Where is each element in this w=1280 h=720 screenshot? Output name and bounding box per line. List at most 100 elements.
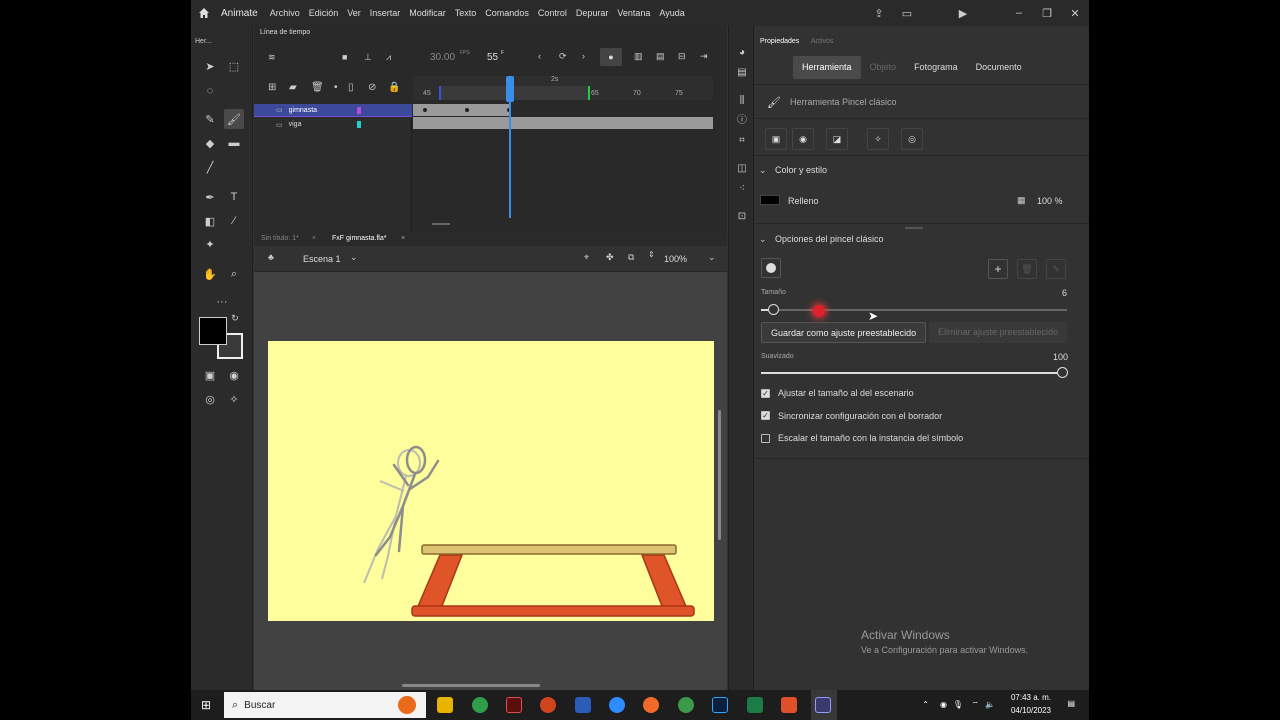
tab-activos[interactable]: Activos (811, 38, 834, 45)
checkbox-sync-eraser[interactable]: ✓ (761, 411, 770, 420)
menu-ventana[interactable]: Ventana (617, 8, 650, 18)
tab-untitled-close-icon[interactable]: × (312, 235, 316, 242)
onion-end-marker[interactable] (588, 86, 590, 100)
stage-vertical-scrollbar[interactable] (718, 410, 721, 540)
close-icon[interactable]: ✕ (1061, 7, 1089, 20)
smoothing-icon[interactable]: ✧ (224, 389, 244, 409)
stage[interactable] (268, 341, 714, 621)
zoom-stepper-icon[interactable]: ⇕ (648, 250, 655, 259)
tray-mic-icon[interactable]: 🎙 (953, 700, 963, 709)
graph-icon[interactable]: ⩘ (386, 52, 391, 63)
brush-tool-icon[interactable]: ✎ (200, 109, 220, 129)
delete-layer-icon[interactable]: 🗑 (311, 82, 324, 93)
parent-icon[interactable]: ⊥ (364, 52, 372, 63)
line-icon[interactable]: ╱ (200, 157, 220, 177)
save-preset-button[interactable]: Guardar como ajuste preestablecido (761, 322, 927, 343)
segment-fotograma[interactable]: Fotograma (905, 56, 967, 79)
add-brush-shape-icon[interactable]: + (988, 259, 1008, 279)
timeline-scrollbar[interactable] (432, 223, 450, 225)
frame-grid[interactable]: 2s 45 50 55 60 65 70 75 (413, 76, 713, 236)
scene-icon[interactable]: ♣ (268, 252, 274, 262)
menu-modificar[interactable]: Modificar (409, 8, 446, 18)
segment-documento[interactable]: Documento (967, 56, 1031, 79)
highlight-icon[interactable]: • (334, 82, 338, 93)
app-orange-icon[interactable] (643, 697, 659, 713)
tab-gimnasta[interactable]: FxF gimnasta.fla* (332, 235, 386, 242)
tray-network-icon[interactable]: ◉ (940, 700, 947, 709)
color-section-chevron-icon[interactable]: ⌄ (759, 165, 767, 176)
edit-brush-shape-icon[interactable]: ✎ (1046, 259, 1066, 279)
fill-color-swatch[interactable] (199, 317, 227, 345)
beam-right-leg[interactable] (640, 554, 690, 612)
library-icon[interactable]: ▤ (735, 66, 749, 80)
color-panel-icon[interactable]: ◕ (735, 46, 749, 60)
time-ruler[interactable]: 2s 45 50 55 60 65 70 75 (413, 76, 713, 100)
gimnasta-frames[interactable] (413, 104, 509, 116)
menu-edicion[interactable]: Edición (309, 8, 339, 18)
taskbar-search[interactable]: ⌕ Buscar (224, 692, 426, 718)
classic-brush-icon[interactable]: 🖌 (224, 109, 244, 129)
brush-section-title[interactable]: Opciones del pincel clásico (775, 234, 884, 244)
brush-section-chevron-icon[interactable]: ⌄ (759, 234, 767, 245)
text-tool-icon[interactable]: T (224, 187, 244, 207)
insert-keyframe-icon[interactable]: ▤ (656, 51, 665, 62)
fill-alpha[interactable]: 100 % (1037, 196, 1063, 206)
prev-frame-icon[interactable]: ‹ (538, 51, 541, 61)
tray-chevron-icon[interactable]: ⌃ (922, 700, 929, 709)
chrome-icon[interactable] (472, 697, 488, 713)
photoshop-icon[interactable] (712, 697, 728, 713)
smoothing-slider-track[interactable] (761, 372, 1061, 374)
zoom-value[interactable]: 100% (664, 254, 687, 264)
align-icon[interactable]: ⫼ (735, 94, 749, 108)
play-icon[interactable]: ▶ (949, 7, 977, 20)
visibility-icon[interactable]: ⊘ (368, 82, 376, 93)
tween-icon[interactable]: ⊟ (678, 51, 686, 62)
loop-playback-icon[interactable]: ⇥ (700, 51, 708, 62)
onion-skin-icon[interactable]: ● (600, 48, 622, 66)
outline-icon[interactable]: ▯ (348, 82, 354, 93)
menu-archivo[interactable]: Archivo (270, 8, 300, 18)
rectangle-icon[interactable]: ▬ (224, 133, 244, 153)
animate-taskbar-icon[interactable] (506, 697, 522, 713)
pressure-icon[interactable]: ◎ (200, 389, 220, 409)
swap-colors-icon[interactable]: ↻ (229, 312, 241, 324)
eraser-icon[interactable]: ◆ (200, 133, 220, 153)
gymnast-drawing[interactable] (374, 445, 440, 557)
size-value[interactable]: 6 (1062, 288, 1067, 298)
new-layer-icon[interactable]: ⊞ (268, 82, 276, 93)
center-stage-icon[interactable]: ⌖ (584, 252, 589, 263)
segment-objeto[interactable]: Objeto (861, 56, 906, 79)
lasso-icon[interactable]: ◌ (200, 81, 220, 101)
menu-depurar[interactable]: Depurar (576, 8, 609, 18)
fill-color-chip[interactable] (760, 195, 780, 205)
next-frame-icon[interactable]: › (582, 51, 585, 61)
free-transform-icon[interactable]: ⬚ (224, 56, 244, 76)
chrome-profile-icon[interactable] (678, 697, 694, 713)
components-icon[interactable]: ◫ (735, 162, 749, 176)
object-drawing-mode-icon[interactable]: ▣ (765, 128, 787, 150)
color-section-title[interactable]: Color y estilo (775, 165, 827, 175)
scene-name[interactable]: Escena 1 (303, 254, 341, 264)
size-slider-knob[interactable] (768, 304, 779, 315)
paint-bucket-icon[interactable]: ◧ (200, 211, 220, 231)
new-folder-icon[interactable]: ▰ (289, 82, 297, 93)
pin-icon[interactable]: ✦ (200, 234, 220, 254)
fps-value[interactable]: 30.00 (430, 52, 455, 63)
layer-viga[interactable]: ▭ viga (254, 118, 412, 131)
frame-value[interactable]: 55 (487, 52, 498, 63)
layers-icon[interactable]: ≋ (268, 52, 276, 63)
lock-icon[interactable]: 🔒 (388, 82, 400, 93)
lock-fill-icon[interactable]: ◪ (826, 128, 848, 150)
size-slider-track[interactable] (761, 309, 1067, 311)
beam-left-leg[interactable] (414, 554, 464, 612)
excel-icon[interactable] (747, 697, 763, 713)
info-icon[interactable]: ⓘ (735, 114, 749, 128)
restore-icon[interactable]: ❐ (1033, 7, 1061, 20)
smoothing-option-icon[interactable]: ✧ (867, 128, 889, 150)
tray-time[interactable]: 07:43 a. m. (1007, 693, 1055, 702)
brush-mode-option-icon[interactable]: ◉ (792, 128, 814, 150)
keyframe[interactable] (423, 108, 427, 112)
code-snippets-icon[interactable]: ⊡ (735, 210, 749, 224)
smoothing-value[interactable]: 100 (1053, 352, 1068, 362)
camera-icon[interactable]: ■ (342, 52, 347, 62)
